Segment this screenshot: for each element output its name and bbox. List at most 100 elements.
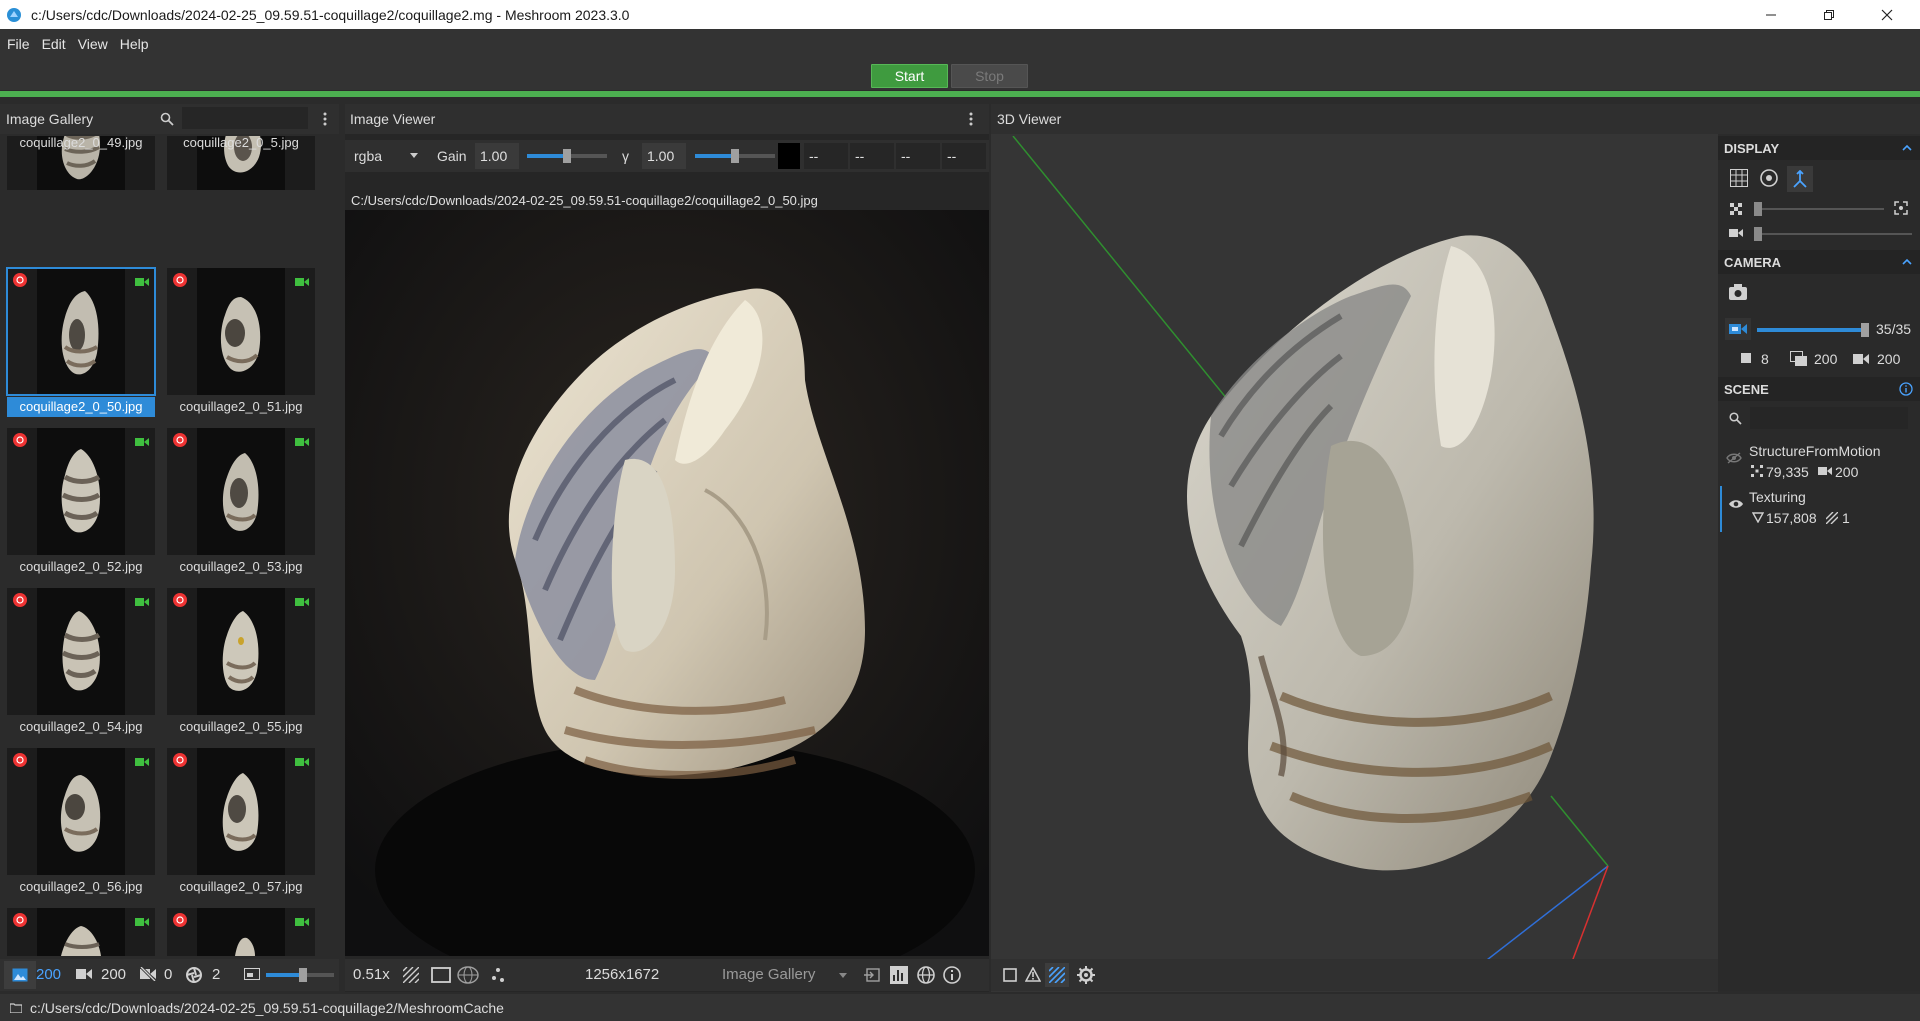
menu-help[interactable]: Help xyxy=(120,36,149,52)
intrinsics-aperture-icon[interactable] xyxy=(186,967,202,983)
gallery-item[interactable]: coquillage2_0_54.jpg xyxy=(7,588,155,747)
gallery-item[interactable] xyxy=(167,908,315,956)
image-viewer-menu-icon[interactable] xyxy=(968,111,974,127)
camera-index-slider[interactable] xyxy=(1757,323,1869,337)
error-badge-icon xyxy=(173,753,187,767)
cameras-count-3d: 200 xyxy=(1877,351,1901,367)
fit-view-icon[interactable] xyxy=(1894,201,1908,215)
gallery-item[interactable] xyxy=(7,908,155,956)
camera-badge-icon xyxy=(135,435,149,446)
gallery-item[interactable]: coquillage2_0_55.jpg xyxy=(167,588,315,747)
pixel-value-r: -- xyxy=(804,143,848,169)
image-viewer-title: Image Viewer xyxy=(350,111,436,127)
screenshot-camera-icon[interactable] xyxy=(1729,284,1747,300)
image-path: C:/Users/cdc/Downloads/2024-02-25_09.59.… xyxy=(351,193,818,208)
bounding-box-icon[interactable] xyxy=(1003,968,1017,982)
textured-mode-icon[interactable] xyxy=(1045,963,1069,987)
gallery-footer: 200 200 0 2 xyxy=(0,959,339,991)
warning-icon[interactable] xyxy=(1025,967,1041,982)
chevron-down-icon[interactable] xyxy=(410,153,418,158)
meshroom-logo-icon xyxy=(6,7,22,23)
gallery-item[interactable]: coquillage2_0_51.jpg xyxy=(167,268,315,427)
error-badge-icon xyxy=(13,913,27,927)
images-filter-icon[interactable] xyxy=(4,961,36,989)
image-viewer-toolbar: rgba Gain 1.00 γ 1.00 -- -- -- -- xyxy=(345,140,989,172)
camera-section-label: CAMERA xyxy=(1724,254,1782,270)
title-bar: c:/Users/cdc/Downloads/2024-02-25_09.59.… xyxy=(0,0,1920,29)
features-toggle-icon[interactable] xyxy=(491,967,505,983)
gallery-item[interactable]: coquillage2_0_52.jpg xyxy=(7,428,155,587)
camera-badge-icon xyxy=(135,915,149,926)
no-camera-filter-icon[interactable] xyxy=(140,967,156,981)
info-icon[interactable] xyxy=(943,966,961,984)
error-badge-icon xyxy=(173,593,187,607)
frame-toggle-icon[interactable] xyxy=(431,967,451,983)
hatch-toggle-icon[interactable] xyxy=(403,967,419,983)
3d-canvas[interactable] xyxy=(991,136,1718,991)
scene-search-input[interactable] xyxy=(1750,407,1908,429)
thumbnail-size-slider[interactable] xyxy=(266,968,334,982)
folder-icon[interactable] xyxy=(10,1002,22,1013)
run-toolbar: Start Stop xyxy=(0,59,1920,90)
point-size-slider[interactable] xyxy=(1754,202,1884,216)
gallery-item[interactable]: coquillage2_0_57.jpg xyxy=(167,748,315,907)
image-gallery-title: Image Gallery xyxy=(6,111,94,127)
gain-slider[interactable] xyxy=(527,149,607,163)
grid-toggle-icon[interactable] xyxy=(1730,169,1748,187)
chevron-up-icon[interactable] xyxy=(1902,258,1912,265)
scene-item-name: StructureFromMotion xyxy=(1749,443,1881,459)
display-section-header[interactable]: DISPLAY xyxy=(1718,136,1920,160)
start-button[interactable]: Start xyxy=(871,64,948,88)
pixel-value-a: -- xyxy=(942,143,986,169)
cameras-filter-icon[interactable] xyxy=(76,968,92,980)
gallery-search-input[interactable] xyxy=(182,107,308,129)
3d-viewer-header: 3D Viewer xyxy=(991,104,1920,134)
eye-visible-icon[interactable] xyxy=(1728,498,1744,510)
histogram-icon[interactable] xyxy=(890,966,908,984)
image-canvas[interactable] xyxy=(345,210,989,956)
camera-scale-slider[interactable] xyxy=(1754,227,1912,241)
gallery-menu-icon[interactable] xyxy=(322,111,328,127)
triangles-icon xyxy=(1752,512,1764,523)
meshroom-window: c:/Users/cdc/Downloads/2024-02-25_09.59.… xyxy=(0,0,1920,1021)
camera-sync-icon[interactable] xyxy=(1725,318,1751,340)
image-source-select[interactable]: Image Gallery xyxy=(722,966,815,983)
globe-icon[interactable] xyxy=(917,966,935,984)
menu-file[interactable]: File xyxy=(7,36,30,52)
distortion-icon[interactable] xyxy=(457,965,479,985)
minimize-button[interactable] xyxy=(1742,0,1800,29)
scene-search-icon xyxy=(1729,412,1742,425)
images-count: 200 xyxy=(36,966,62,983)
menu-view[interactable]: View xyxy=(78,36,108,52)
stop-button[interactable]: Stop xyxy=(951,64,1028,88)
restore-button[interactable] xyxy=(1800,0,1858,29)
settings-gear-icon[interactable] xyxy=(1077,966,1095,984)
menu-edit[interactable]: Edit xyxy=(42,36,66,52)
gallery-item[interactable]: coquillage2_0_56.jpg xyxy=(7,748,155,907)
gallery-item-selected[interactable]: coquillage2_0_50.jpg xyxy=(6,267,156,427)
camera-section-header[interactable]: CAMERA xyxy=(1718,250,1920,274)
scene-item-structurefrommotion[interactable]: StructureFromMotion 79,335 200 xyxy=(1720,440,1918,486)
gamma-input[interactable]: 1.00 xyxy=(642,143,686,169)
image-viewer-header: Image Viewer xyxy=(345,104,989,134)
gizmo-toggle-icon[interactable] xyxy=(1760,169,1778,187)
scene-section-header[interactable]: SCENE xyxy=(1718,377,1920,401)
points-icon xyxy=(1751,465,1763,477)
axis-toggle-icon[interactable] xyxy=(1787,166,1813,192)
close-button[interactable] xyxy=(1858,0,1916,29)
gallery-item[interactable]: coquillage2_0_53.jpg xyxy=(167,428,315,587)
gain-input[interactable]: 1.00 xyxy=(475,143,519,169)
scene-item-triangles-count: 157,808 xyxy=(1766,510,1817,526)
menu-bar: File Edit View Help xyxy=(0,29,1920,59)
scene-item-texturing[interactable]: Texturing 157,808 1 xyxy=(1720,486,1918,532)
scene-section-label: SCENE xyxy=(1724,381,1769,397)
info-icon[interactable] xyxy=(1899,382,1913,396)
pixel-color-swatch xyxy=(778,143,800,169)
load-image-icon[interactable] xyxy=(864,967,880,983)
channel-select[interactable]: rgba xyxy=(354,148,382,164)
chevron-down-icon[interactable] xyxy=(839,973,847,978)
eye-hidden-icon[interactable] xyxy=(1726,452,1742,464)
chevron-up-icon[interactable] xyxy=(1902,144,1912,151)
gamma-slider[interactable] xyxy=(695,149,775,163)
compute-progress-bar xyxy=(0,91,1920,97)
